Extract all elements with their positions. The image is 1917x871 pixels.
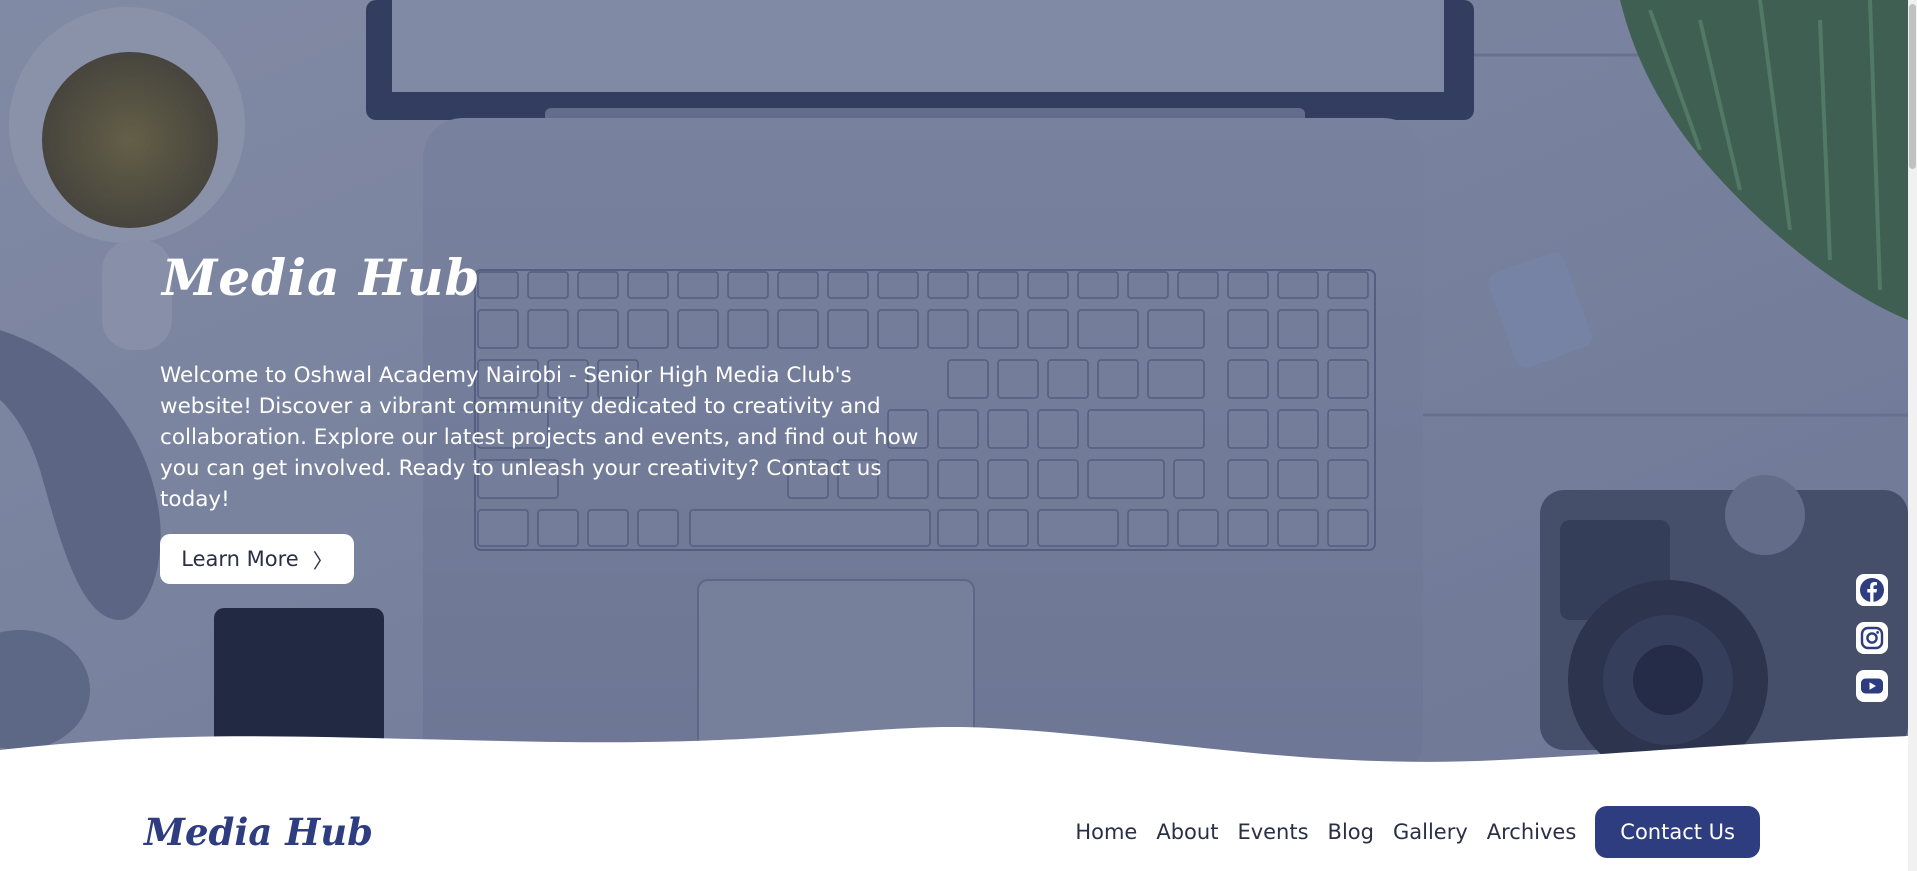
wave-divider [0, 726, 1908, 780]
nav-link-home[interactable]: Home [1075, 820, 1137, 844]
nav-link-archives[interactable]: Archives [1487, 820, 1577, 844]
nav-link-gallery[interactable]: Gallery [1393, 820, 1468, 844]
nav-link-events[interactable]: Events [1237, 820, 1308, 844]
page-scrollbar[interactable] [1908, 0, 1917, 871]
nav-link-blog[interactable]: Blog [1328, 820, 1374, 844]
learn-more-label: Learn More [181, 547, 299, 571]
page: Media Hub Welcome to Oshwal Academy Nair… [0, 0, 1917, 871]
main-navbar: Media Hub Home About Events Blog Gallery… [0, 770, 1908, 871]
hero-section: Media Hub Welcome to Oshwal Academy Nair… [0, 0, 1908, 780]
nav-links: Home About Events Blog Gallery Archives … [1075, 806, 1760, 858]
brand-logo[interactable]: Media Hub [144, 810, 373, 854]
learn-more-button[interactable]: Learn More 〉 [160, 534, 354, 584]
nav-link-about[interactable]: About [1156, 820, 1218, 844]
contact-us-button[interactable]: Contact Us [1595, 806, 1760, 858]
youtube-icon[interactable] [1855, 669, 1889, 703]
facebook-icon[interactable] [1855, 573, 1889, 607]
chevron-right-icon: 〉 [312, 548, 333, 573]
scrollbar-thumb[interactable] [1909, 4, 1916, 169]
hero-title: Media Hub [162, 248, 481, 307]
hero-description: Welcome to Oshwal Academy Nairobi - Seni… [160, 363, 919, 512]
social-links [1855, 573, 1889, 703]
instagram-icon[interactable] [1855, 621, 1889, 655]
